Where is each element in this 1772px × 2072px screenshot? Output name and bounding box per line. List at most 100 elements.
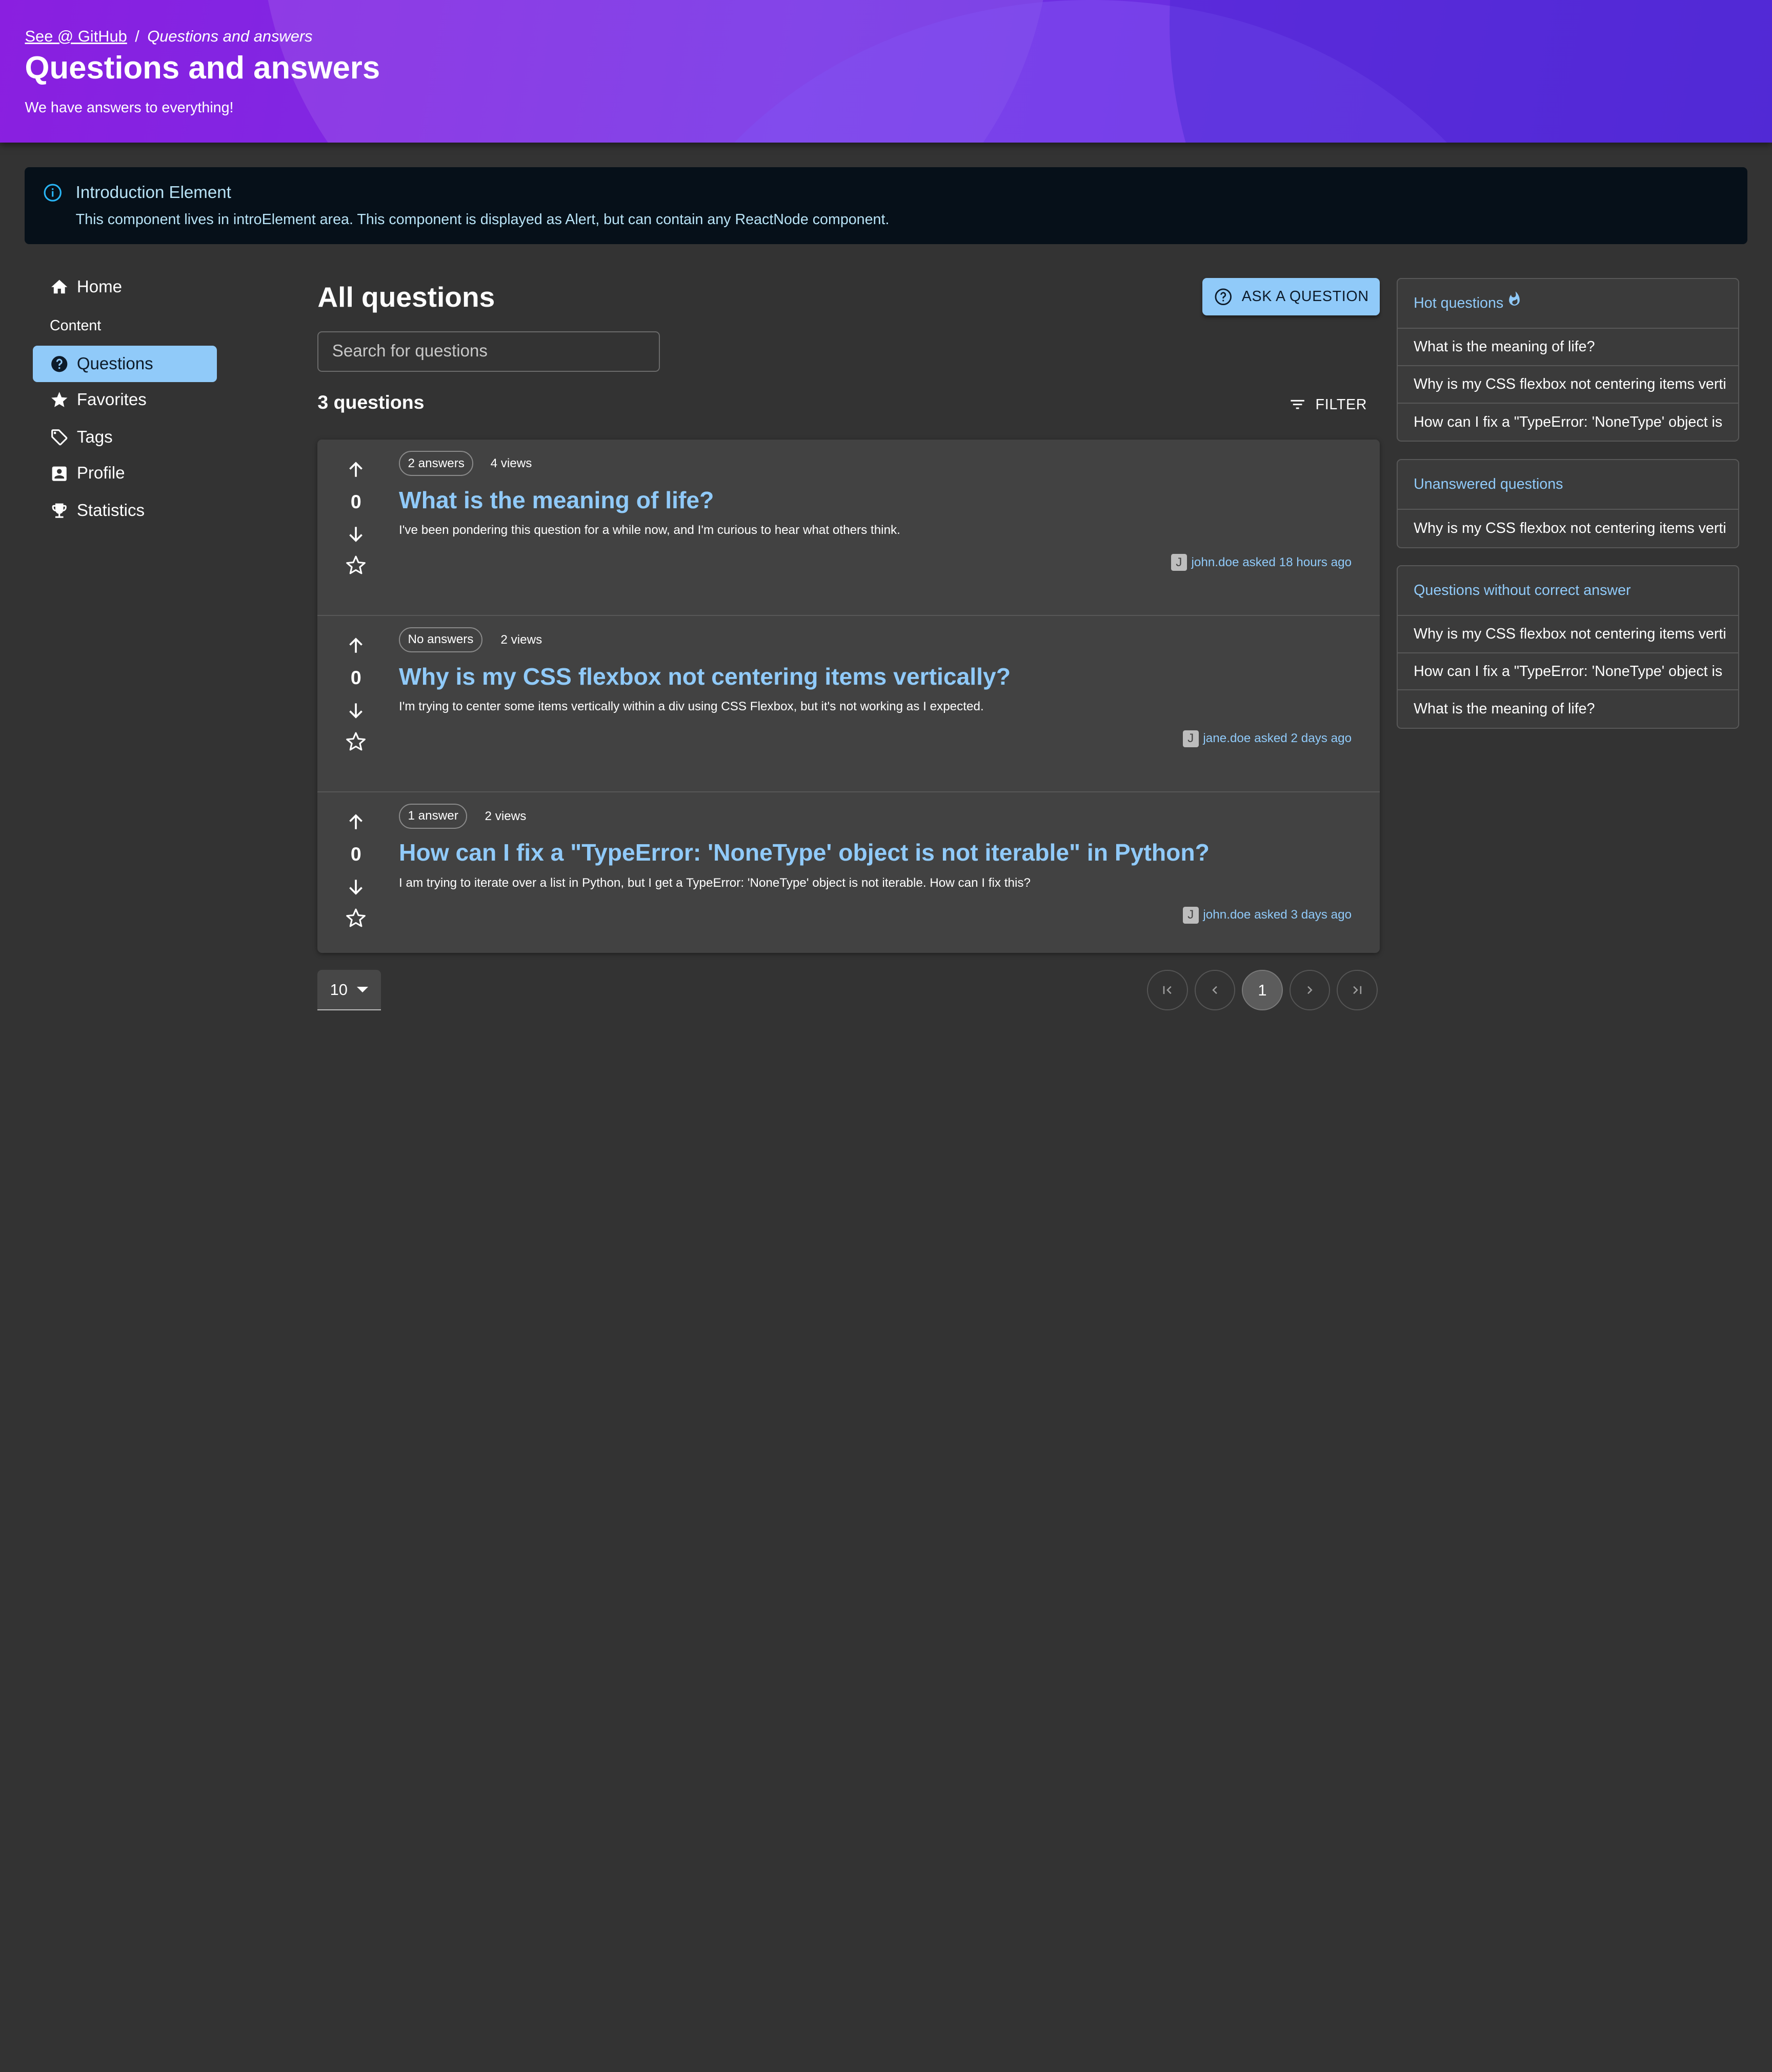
question-card: 0 2 answers 4 views What is the meaning … (317, 440, 1380, 616)
filter-icon (1291, 400, 1304, 409)
breadcrumb-github-link[interactable]: See @ GitHub (25, 27, 127, 45)
panel-header: Unanswered questions (1398, 460, 1739, 510)
unanswered-questions-title: Unanswered questions (1414, 475, 1563, 492)
arrow-down-icon[interactable] (345, 876, 367, 899)
main-title: All questions (317, 281, 495, 313)
first-page-icon (1163, 986, 1172, 994)
hot-question-item[interactable]: Why is my CSS flexbox not centering item… (1398, 366, 1739, 404)
question-meta: J john.doe asked 3 days ago (1182, 906, 1352, 924)
no-correct-answer-item[interactable]: How can I fix a "TypeError: 'NoneType' o… (1398, 653, 1739, 691)
fire-icon (1508, 291, 1520, 306)
question-list: 0 2 answers 4 views What is the meaning … (317, 440, 1380, 953)
breadcrumb-separator: / (135, 27, 139, 45)
header-decoration (1170, 0, 1772, 143)
ask-question-label: ASK A QUESTION (1241, 288, 1369, 305)
unanswered-questions-panel: Unanswered questions Why is my CSS flexb… (1397, 459, 1740, 548)
trophy-icon (52, 504, 67, 519)
star-outline-icon[interactable] (345, 907, 367, 929)
home-icon (51, 280, 68, 294)
alert-title: Introduction Element (75, 183, 231, 203)
question-meta: J jane.doe asked 2 days ago (1182, 730, 1352, 747)
ask-question-button[interactable]: ASK A QUESTION (1202, 278, 1380, 315)
question-excerpt: I am trying to iterate over a list in Py… (399, 876, 1031, 890)
last-page-icon (1353, 986, 1361, 994)
page-size-select[interactable]: 10 (317, 970, 381, 1011)
hot-question-item[interactable]: What is the meaning of life? (1398, 329, 1739, 366)
question-card: 0 1 answer 2 views How can I fix a "Type… (317, 792, 1380, 969)
sidebar-item-questions[interactable]: Questions (32, 346, 217, 382)
first-page-button[interactable] (1147, 970, 1188, 1011)
account-box-icon (52, 466, 67, 481)
sidebar-item-statistics[interactable]: Statistics (33, 493, 217, 529)
question-count: 3 questions (317, 391, 425, 413)
avatar: J (1171, 554, 1187, 571)
page-size-value: 10 (330, 980, 348, 999)
question-title[interactable]: Why is my CSS flexbox not centering item… (399, 663, 1011, 690)
star-outline-icon[interactable] (345, 730, 367, 753)
sidebar-section-content: Content (49, 317, 102, 334)
star-outline-icon[interactable] (345, 554, 367, 576)
intro-alert: Introduction Element This component live… (25, 167, 1747, 245)
arrow-up-icon[interactable] (345, 634, 367, 656)
next-page-button[interactable] (1289, 970, 1331, 1011)
answer-count-badge: No answers (399, 627, 482, 652)
info-icon (44, 184, 62, 202)
caret-down-icon (356, 987, 368, 993)
question-author[interactable]: john.doe asked 18 hours ago (1191, 555, 1352, 570)
help-circle-icon (51, 356, 68, 372)
arrow-down-icon[interactable] (345, 700, 367, 722)
answer-count-badge: 2 answers (399, 451, 474, 476)
question-title[interactable]: How can I fix a "TypeError: 'NoneType' o… (399, 839, 1210, 866)
view-count: 2 views (500, 633, 542, 647)
page-subtitle: We have answers to everything! (25, 99, 234, 116)
no-correct-answer-panel: Questions without correct answer Why is … (1397, 565, 1740, 729)
page-button-current[interactable]: 1 (1242, 970, 1283, 1011)
answer-count-badge: 1 answer (399, 804, 468, 829)
unanswered-question-item[interactable]: Why is my CSS flexbox not centering item… (1398, 510, 1738, 547)
chevron-right-icon (1307, 986, 1313, 994)
no-correct-answer-item[interactable]: Why is my CSS flexbox not centering item… (1398, 616, 1739, 653)
hot-questions-title: Hot questions (1414, 295, 1504, 312)
sidebar-item-home[interactable]: Home (33, 269, 217, 306)
previous-page-button[interactable] (1194, 970, 1236, 1011)
view-count: 4 views (490, 456, 532, 471)
question-meta: J john.doe asked 18 hours ago (1171, 554, 1352, 571)
vote-score: 0 (350, 667, 361, 689)
view-count: 2 views (485, 809, 527, 824)
sidebar-item-label: Profile (76, 464, 125, 483)
no-correct-answer-title: Questions without correct answer (1414, 582, 1631, 599)
panel-header: Questions without correct answer (1398, 566, 1739, 616)
question-author[interactable]: john.doe asked 3 days ago (1203, 908, 1352, 922)
breadcrumb: See @ GitHub / Questions and answers (25, 27, 312, 46)
question-card: 0 No answers 2 views Why is my CSS flexb… (317, 616, 1380, 793)
search-input[interactable] (317, 331, 660, 372)
sidebar-item-tags[interactable]: Tags (33, 420, 217, 456)
panel-header: Hot questions (1398, 279, 1739, 329)
sidebar-item-label: Statistics (76, 501, 145, 521)
chevron-left-icon (1212, 986, 1217, 994)
last-page-button[interactable] (1337, 970, 1378, 1011)
avatar: J (1182, 906, 1199, 924)
page: See @ GitHub / Questions and answers Quest… (0, 0, 1772, 1035)
avatar: J (1182, 730, 1199, 747)
breadcrumb-current: Questions and answers (147, 27, 313, 45)
vote-score: 0 (350, 843, 361, 865)
sidebar-item-label: Questions (76, 354, 153, 373)
arrow-up-icon[interactable] (345, 458, 367, 481)
question-excerpt: I'm trying to center some items vertical… (399, 700, 984, 714)
sidebar-item-favorites[interactable]: Favorites (33, 382, 217, 419)
question-excerpt: I've been pondering this question for a … (399, 523, 900, 537)
filter-button[interactable]: FILTER (1288, 393, 1367, 416)
sidebar-item-label: Home (76, 277, 122, 296)
star-icon (51, 392, 68, 408)
hot-questions-panel: Hot questions What is the meaning of lif… (1397, 278, 1740, 442)
page-header: See @ GitHub / Questions and answers Quest… (0, 0, 1772, 143)
arrow-up-icon[interactable] (345, 810, 367, 833)
arrow-down-icon[interactable] (345, 523, 367, 546)
question-title[interactable]: What is the meaning of life? (399, 486, 714, 514)
question-author[interactable]: jane.doe asked 2 days ago (1203, 731, 1352, 746)
sidebar-item-profile[interactable]: Profile (33, 455, 217, 492)
sidebar-item-label: Favorites (76, 390, 147, 410)
no-correct-answer-item[interactable]: What is the meaning of life? (1398, 690, 1738, 728)
hot-question-item[interactable]: How can I fix a "TypeError: 'NoneType' o… (1398, 404, 1738, 441)
